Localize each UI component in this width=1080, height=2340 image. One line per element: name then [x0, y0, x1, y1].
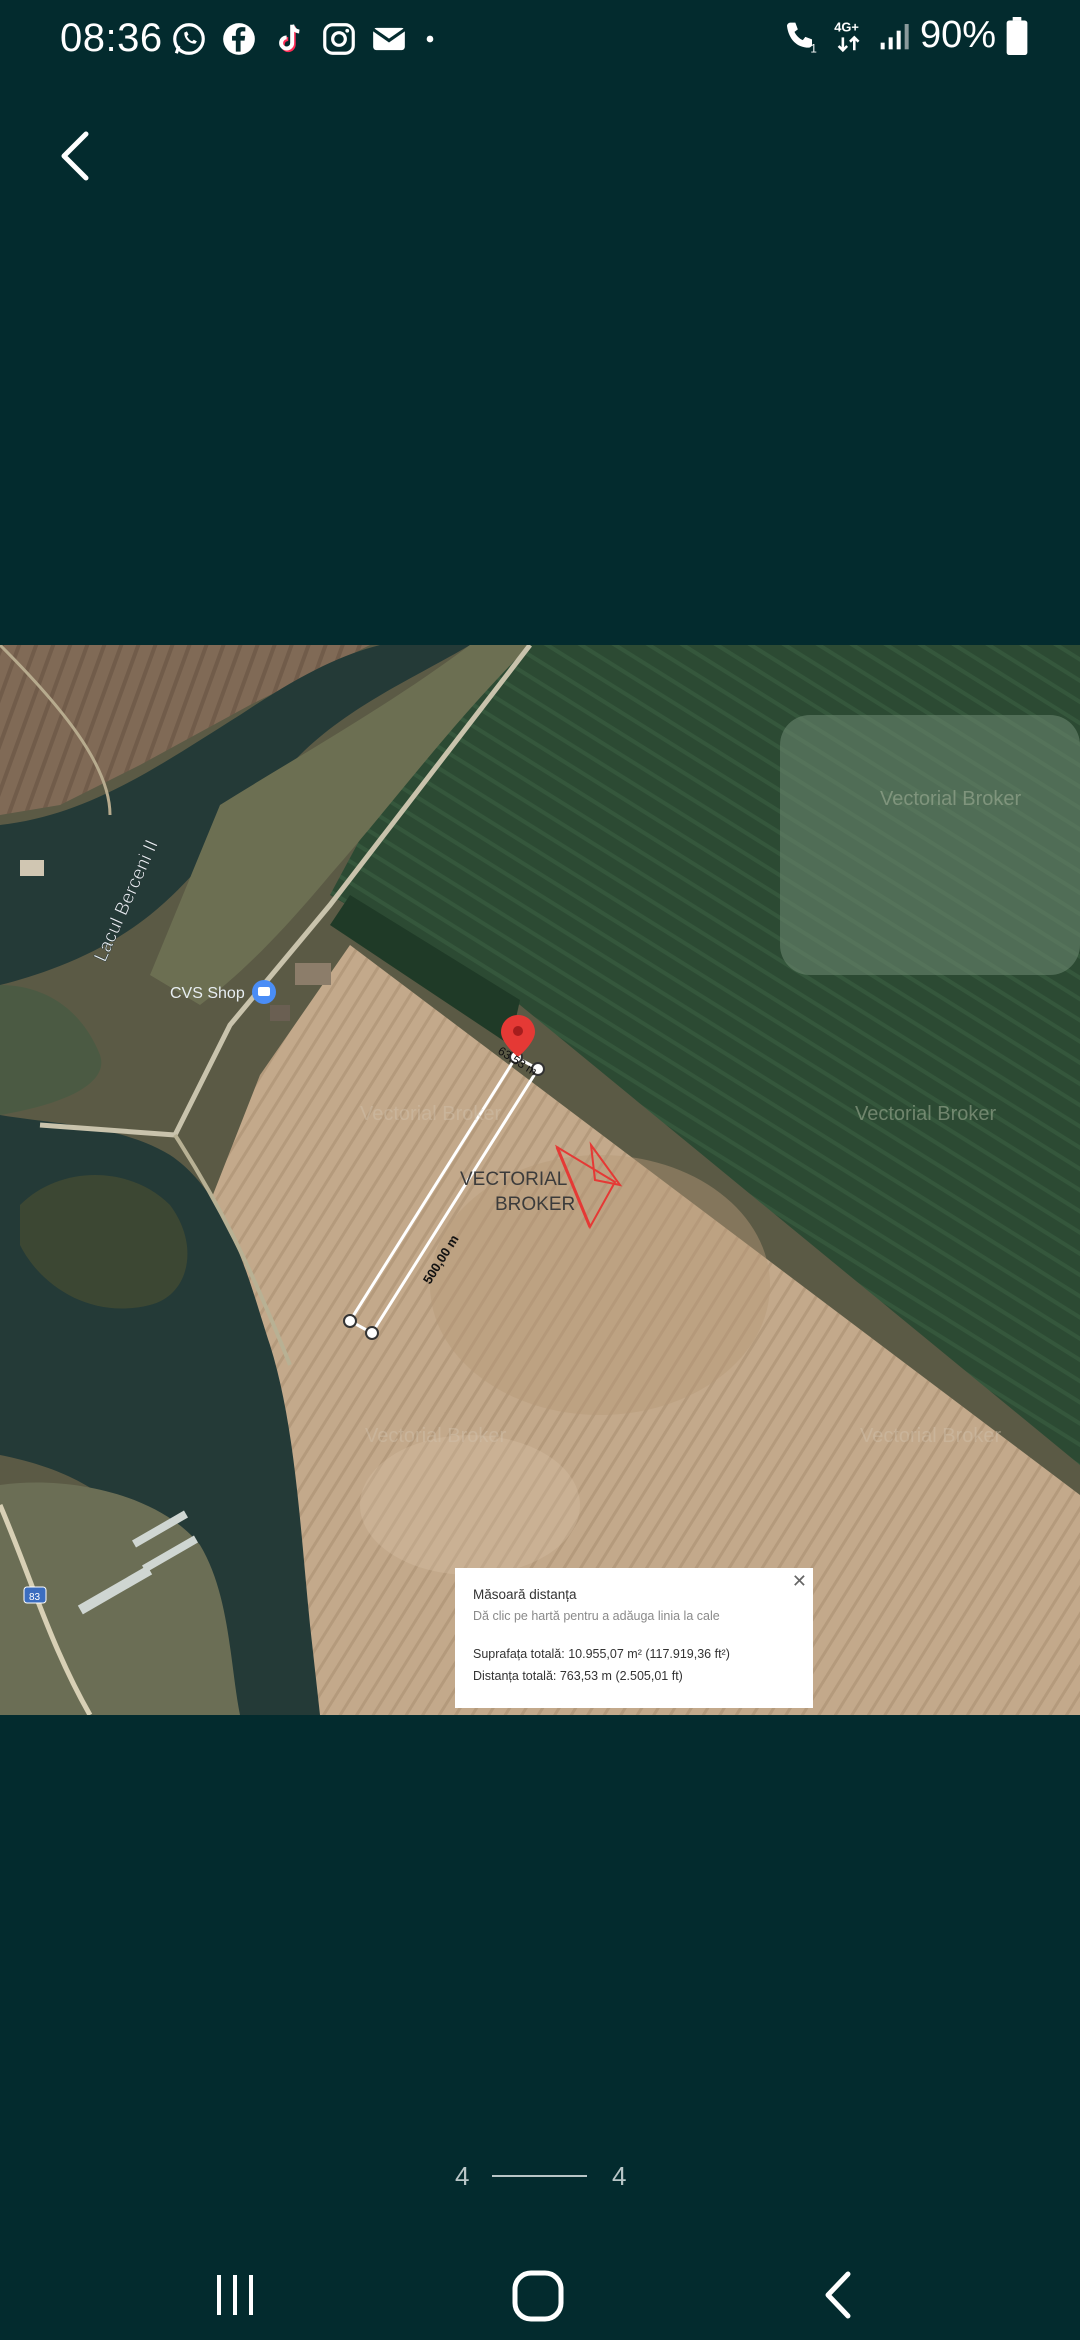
recent-apps-button[interactable] — [195, 2260, 275, 2330]
image-pager: 4 4 — [0, 2155, 1080, 2195]
pager-total: 4 — [612, 2161, 627, 2191]
faint-watermark-4: Vectorial Broker — [365, 1425, 507, 1447]
battery-icon — [1006, 16, 1028, 55]
measure-total-area: Suprafața totală: 10.955,07 m² (117.919,… — [473, 1647, 730, 1661]
back-arrow-icon — [825, 2271, 851, 2319]
status-time: 08:36 — [60, 16, 163, 60]
whatsapp-icon — [173, 23, 205, 55]
measure-total-distance: Distanța totală: 763,53 m (2.505,01 ft) — [473, 1669, 683, 1683]
network-4g-icon: 4G+ — [834, 19, 860, 52]
system-status: 1 4G+ 90% — [782, 14, 1028, 57]
map-image[interactable]: Lacul Berceni II CVS Shop 500,00 m 63,53… — [0, 645, 1080, 1715]
nav-back-button[interactable] — [800, 2260, 880, 2330]
road-number-badge: 83 — [23, 1586, 47, 1604]
pager-current: 4 — [455, 2161, 470, 2191]
measure-title: Măsoară distanța — [473, 1587, 577, 1602]
svg-text:83: 83 — [29, 1592, 41, 1603]
svg-text:1: 1 — [810, 42, 816, 55]
shop-pin-icon[interactable] — [252, 980, 276, 1004]
faint-watermark-3: Vectorial Broker — [360, 1103, 502, 1125]
recent-apps-icon — [217, 2275, 253, 2315]
home-icon — [512, 2270, 564, 2322]
facebook-icon — [223, 23, 255, 55]
dot-icon — [426, 35, 434, 43]
svg-text:BROKER: BROKER — [495, 1194, 575, 1215]
signal-icon — [880, 23, 909, 49]
chevron-left-icon — [61, 131, 89, 181]
back-button[interactable] — [50, 120, 110, 192]
close-icon: ✕ — [791, 1571, 807, 1591]
mail-icon — [372, 27, 406, 51]
faint-watermark-5: Vectorial Broker — [860, 1425, 1002, 1447]
faint-watermark-1: Vectorial Broker — [880, 788, 1022, 810]
satellite-map: Lacul Berceni II CVS Shop 500,00 m 63,53… — [0, 645, 1080, 1715]
svg-text:4G+: 4G+ — [834, 19, 859, 34]
home-button[interactable] — [498, 2260, 578, 2330]
notification-icons — [170, 20, 440, 58]
faint-watermark-2: Vectorial Broker — [855, 1103, 997, 1125]
measure-distance-popup: Măsoară distanța Dă clic pe hartă pentru… — [455, 1568, 813, 1708]
status-bar: 08:36 1 4G+ 90% — [0, 0, 1080, 84]
measure-hint: Dă clic pe hartă pentru a adăuga linia l… — [473, 1609, 720, 1623]
tiktok-icon — [279, 24, 300, 53]
wifi-calling-icon: 1 — [786, 22, 817, 55]
svg-text:VECTORIAL: VECTORIAL — [460, 1169, 567, 1190]
instagram-icon — [323, 23, 355, 55]
system-nav-bar — [0, 2240, 1080, 2340]
battery-percentage: 90% — [919, 14, 996, 56]
pager-divider — [492, 2175, 587, 2177]
shop-label: CVS Shop — [170, 985, 245, 1002]
